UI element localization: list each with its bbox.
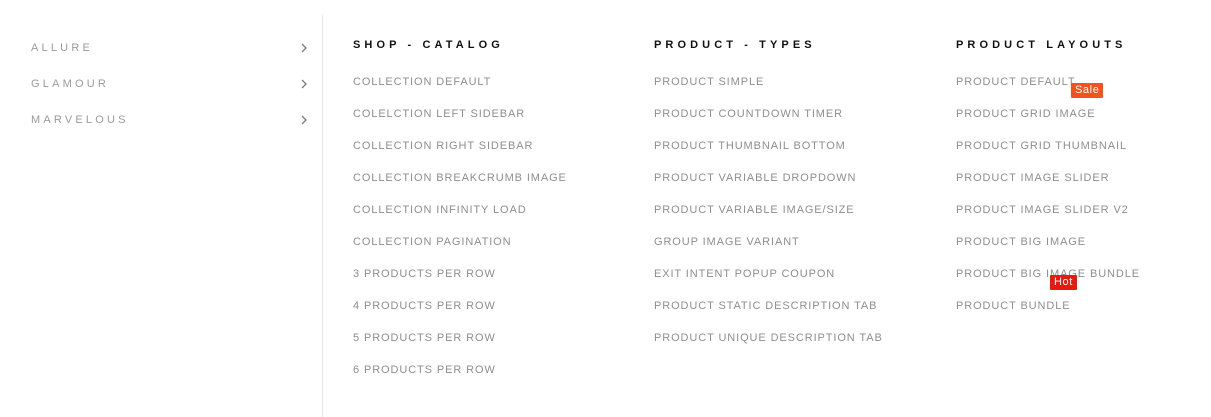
sidebar-item-marvelous[interactable]: MARVELOUS <box>31 110 311 130</box>
menu-item-5-products-per-row[interactable]: 5 PRODUCTS PER ROW <box>353 330 567 362</box>
menu-item-label: PRODUCT IMAGE SLIDER <box>956 172 1110 184</box>
menu-item-label: 6 PRODUCTS PER ROW <box>353 364 496 376</box>
menu-item-label: PRODUCT DEFAULT <box>956 76 1076 88</box>
sidebar-item-allure[interactable]: ALLURE <box>31 38 311 58</box>
menu-item-label: 5 PRODUCTS PER ROW <box>353 332 496 344</box>
menu-item-label: PRODUCT BUNDLE <box>956 300 1071 312</box>
menu-item-exit-intent-popup-coupon[interactable]: EXIT INTENT POPUP COUPON <box>654 266 883 298</box>
column-product-layouts: PRODUCT LAYOUTS PRODUCT DEFAULT PRODUCT … <box>956 36 1140 330</box>
menu-item-label: PRODUCT VARIABLE IMAGE/SIZE <box>654 204 855 216</box>
menu-item-product-variable-image-size[interactable]: PRODUCT VARIABLE IMAGE/SIZE <box>654 202 883 234</box>
menu-item-label: 3 PRODUCTS PER ROW <box>353 268 496 280</box>
menu-item-label: PRODUCT SIMPLE <box>654 76 765 88</box>
menu-item-label: COLLECTION INFINITY LOAD <box>353 204 527 216</box>
menu-item-product-bundle[interactable]: PRODUCT BUNDLE Hot <box>956 275 1140 330</box>
menu-item-label: PRODUCT GRID IMAGE <box>956 108 1096 120</box>
menu-item-product-big-image[interactable]: PRODUCT BIG IMAGE <box>956 234 1140 266</box>
column-title: PRODUCT - TYPES <box>654 39 816 51</box>
menu-item-collection-right-sidebar[interactable]: COLLECTION RIGHT SIDEBAR <box>353 138 567 170</box>
menu-item-product-static-description-tab[interactable]: PRODUCT STATIC DESCRIPTION TAB <box>654 298 883 330</box>
menu-item-group-image-variant[interactable]: GROUP IMAGE VARIANT <box>654 234 883 266</box>
menu-item-label: PRODUCT UNIQUE DESCRIPTION TAB <box>654 332 883 344</box>
menu-list: PRODUCT DEFAULT PRODUCT GRID IMAGE Sale … <box>956 74 1140 330</box>
menu-item-product-image-slider[interactable]: PRODUCT IMAGE SLIDER <box>956 170 1140 202</box>
menu-item-product-image-slider-v2[interactable]: PRODUCT IMAGE SLIDER V2 <box>956 202 1140 234</box>
menu-item-label: COLLECTION DEFAULT <box>353 76 492 88</box>
menu-item-product-grid-image[interactable]: PRODUCT GRID IMAGE Sale <box>956 83 1140 138</box>
menu-item-3-products-per-row[interactable]: 3 PRODUCTS PER ROW <box>353 266 567 298</box>
column-product-types: PRODUCT - TYPES PRODUCT SIMPLE PRODUCT C… <box>654 36 883 362</box>
chevron-right-icon <box>301 43 307 53</box>
menu-item-label: PRODUCT IMAGE SLIDER V2 <box>956 204 1129 216</box>
menu-item-collection-breakcrumb-image[interactable]: COLLECTION BREAKCRUMB IMAGE <box>353 170 567 202</box>
menu-item-label: PRODUCT VARIABLE DROPDOWN <box>654 172 857 184</box>
menu-item-label: COLELCTION LEFT SIDEBAR <box>353 108 526 120</box>
sidebar-item-label: GLAMOUR <box>31 78 110 90</box>
menu-item-product-simple[interactable]: PRODUCT SIMPLE <box>654 74 883 106</box>
menu-item-label: COLLECTION BREAKCRUMB IMAGE <box>353 172 567 184</box>
menu-item-product-big-image-bundle[interactable]: PRODUCT BIG IMAGE BUNDLE <box>956 266 1140 298</box>
hot-badge: Hot <box>1050 275 1077 290</box>
menu-item-label: 4 PRODUCTS PER ROW <box>353 300 496 312</box>
menu-item-product-variable-dropdown[interactable]: PRODUCT VARIABLE DROPDOWN <box>654 170 883 202</box>
menu-item-label: PRODUCT GRID THUMBNAIL <box>956 140 1127 152</box>
column-title: SHOP - CATALOG <box>353 39 504 51</box>
menu-item-label: PRODUCT STATIC DESCRIPTION TAB <box>654 300 878 312</box>
menu-item-6-products-per-row[interactable]: 6 PRODUCTS PER ROW <box>353 362 567 394</box>
sale-badge: Sale <box>1071 83 1104 98</box>
menu-item-collection-default[interactable]: COLLECTION DEFAULT <box>353 74 567 106</box>
menu-list: COLLECTION DEFAULT COLELCTION LEFT SIDEB… <box>353 74 567 394</box>
menu-item-product-default[interactable]: PRODUCT DEFAULT <box>956 74 1140 106</box>
menu-item-label: EXIT INTENT POPUP COUPON <box>654 268 836 280</box>
menu-item-label: PRODUCT COUNTDOWN TIMER <box>654 108 843 120</box>
menu-item-label: PRODUCT BIG IMAGE BUNDLE <box>956 268 1140 280</box>
menu-item-4-products-per-row[interactable]: 4 PRODUCTS PER ROW <box>353 298 567 330</box>
menu-item-collection-pagination[interactable]: COLLECTION PAGINATION <box>353 234 567 266</box>
menu-item-collection-infinity-load[interactable]: COLLECTION INFINITY LOAD <box>353 202 567 234</box>
menu-item-label: COLLECTION PAGINATION <box>353 236 512 248</box>
menu-item-collection-left-sidebar[interactable]: COLELCTION LEFT SIDEBAR <box>353 106 567 138</box>
mega-menu-sidebar: ALLURE GLAMOUR MARVELOUS <box>0 0 322 417</box>
menu-item-label: COLLECTION RIGHT SIDEBAR <box>353 140 534 152</box>
column-shop-catalog: SHOP - CATALOG COLLECTION DEFAULT COLELC… <box>353 36 567 394</box>
mega-menu: ALLURE GLAMOUR MARVELOUS SHOP - CATALOG … <box>0 0 1211 417</box>
menu-item-label: GROUP IMAGE VARIANT <box>654 236 800 248</box>
menu-list: PRODUCT SIMPLE PRODUCT COUNTDOWN TIMER P… <box>654 74 883 362</box>
chevron-right-icon <box>301 79 307 89</box>
menu-item-product-thumbnail-bottom[interactable]: PRODUCT THUMBNAIL BOTTOM <box>654 138 883 170</box>
column-title: PRODUCT LAYOUTS <box>956 39 1127 51</box>
chevron-right-icon <box>301 115 307 125</box>
sidebar-item-label: MARVELOUS <box>31 114 129 126</box>
sidebar-item-label: ALLURE <box>31 42 93 54</box>
sidebar-item-glamour[interactable]: GLAMOUR <box>31 74 311 94</box>
menu-item-product-grid-thumbnail[interactable]: PRODUCT GRID THUMBNAIL <box>956 138 1140 170</box>
menu-item-product-countdown-timer[interactable]: PRODUCT COUNTDOWN TIMER <box>654 106 883 138</box>
sidebar-divider <box>322 15 323 417</box>
menu-item-label: PRODUCT THUMBNAIL BOTTOM <box>654 140 846 152</box>
menu-item-label: PRODUCT BIG IMAGE <box>956 236 1086 248</box>
menu-item-product-unique-description-tab[interactable]: PRODUCT UNIQUE DESCRIPTION TAB <box>654 330 883 362</box>
